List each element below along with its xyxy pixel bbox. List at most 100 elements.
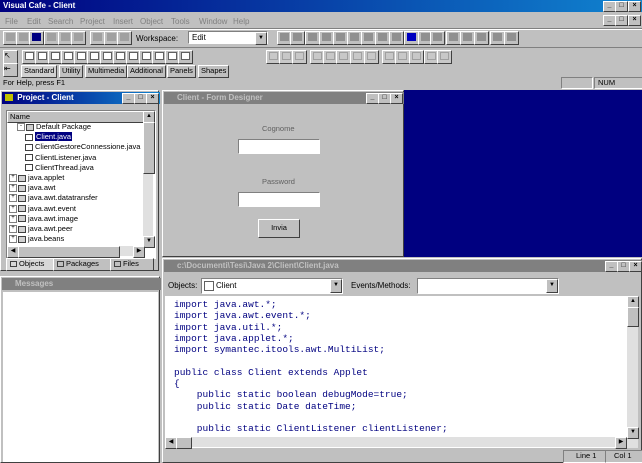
menu-object[interactable]: Object: [140, 17, 163, 26]
tree-hscrollbar[interactable]: ◀ ▶: [7, 246, 145, 258]
class-browser-icon[interactable]: [290, 31, 305, 45]
project-close-button[interactable]: ×: [146, 93, 159, 104]
watch-icon[interactable]: [389, 31, 404, 45]
editor-title-bar[interactable]: c:\Documenti\Tesi\Java 2\Client\Client.j…: [164, 260, 642, 272]
align-tool-11-icon[interactable]: [409, 50, 424, 64]
close-button[interactable]: ×: [628, 1, 641, 12]
align-tool-8-icon[interactable]: [364, 50, 379, 64]
project-window[interactable]: Project - Client _ □ × Name - Default Pac…: [0, 90, 160, 271]
scroll-down-icon[interactable]: ▼: [627, 427, 639, 439]
workspace-select[interactable]: Edit ▼: [188, 31, 268, 45]
invia-button[interactable]: Invia: [258, 219, 300, 238]
find-icon[interactable]: [90, 31, 105, 45]
tree-toggle-icon[interactable]: +: [9, 184, 17, 193]
tree-item[interactable]: + java.beans: [9, 234, 64, 244]
hscroll-thumb[interactable]: [18, 246, 120, 258]
project-tab-files[interactable]: Files: [110, 258, 154, 271]
project-tab-objects[interactable]: Objects: [6, 258, 54, 271]
help-context-icon[interactable]: [504, 31, 519, 45]
tree-item[interactable]: - Default Package: [17, 122, 91, 132]
run-icon[interactable]: [404, 31, 419, 45]
tree-item[interactable]: + java.awt: [9, 183, 56, 193]
pointer-icon[interactable]: ↖: [3, 50, 18, 64]
tb-glyph: [421, 33, 430, 41]
menu-search[interactable]: Search: [48, 17, 73, 26]
cognome-field[interactable]: [238, 139, 320, 154]
editor-close-button[interactable]: ×: [629, 261, 642, 272]
tree-toggle-icon[interactable]: +: [9, 214, 17, 223]
align-tool-13-icon[interactable]: [437, 50, 452, 64]
scroll-right-icon[interactable]: ▶: [615, 437, 627, 449]
package-icon: [18, 174, 26, 182]
chevron-down-icon[interactable]: ▼: [255, 32, 267, 45]
chevron-down-icon[interactable]: ▼: [330, 279, 342, 293]
paste-icon[interactable]: [71, 31, 86, 45]
palette-add-icon[interactable]: ⇤: [3, 63, 18, 77]
tree-item[interactable]: ClientListener.java: [25, 153, 96, 162]
chevron-down-icon[interactable]: ▼: [546, 279, 558, 293]
tree-toggle-icon[interactable]: +: [9, 204, 17, 213]
cut-icon[interactable]: [44, 31, 59, 45]
align-tool-3-icon[interactable]: [292, 50, 307, 64]
objects-icon[interactable]: [347, 31, 362, 45]
align-tool-6-icon[interactable]: [336, 50, 351, 64]
scroll-thumb[interactable]: [143, 122, 155, 174]
tree-toggle-icon[interactable]: +: [9, 174, 17, 183]
hierarchy-icon[interactable]: [305, 31, 320, 45]
tree-item[interactable]: + java.awt.peer: [9, 224, 73, 234]
form-designer-window[interactable]: Client - Form Designer _ □ × Cognome Pas…: [162, 90, 405, 257]
tree-item[interactable]: + java.awt.datatransfer: [9, 193, 98, 203]
messages-title-bar[interactable]: Messages: [2, 278, 161, 290]
menu-window[interactable]: Window: [199, 17, 227, 26]
tree-item[interactable]: + java.applet: [9, 173, 64, 183]
form-icon[interactable]: [333, 31, 348, 45]
debug-icon[interactable]: [490, 31, 505, 45]
form-canvas[interactable]: Cognome Password Invia: [164, 105, 402, 255]
tree-item[interactable]: + java.awt.event: [9, 204, 76, 213]
messages-window[interactable]: Messages: [0, 276, 161, 463]
step-over-icon[interactable]: [460, 31, 475, 45]
doc-maximize-button[interactable]: □: [615, 15, 628, 26]
app-title-bar[interactable]: Visual Cafe - Client: [0, 0, 642, 12]
step-into-icon[interactable]: [446, 31, 461, 45]
editor-vscrollbar[interactable]: ▲ ▼: [627, 296, 639, 448]
menu-edit[interactable]: Edit: [27, 17, 41, 26]
editor-hscroll-thumb[interactable]: [176, 437, 192, 449]
maximize-button[interactable]: □: [615, 1, 628, 12]
align-tool-7-icon[interactable]: [350, 50, 365, 64]
save-icon[interactable]: [29, 31, 44, 45]
project-tab-packages[interactable]: Packages: [53, 258, 111, 271]
properties-icon[interactable]: [117, 31, 132, 45]
palette-component-13-icon[interactable]: [178, 50, 193, 64]
editor-scroll-thumb[interactable]: [627, 307, 639, 327]
messages-icon[interactable]: [361, 31, 376, 45]
menu-help[interactable]: Help: [233, 17, 249, 26]
tree-item[interactable]: Client.java: [25, 132, 73, 142]
project-tree[interactable]: Name - Default Package Client.java ClientGe…: [6, 110, 156, 259]
breakpoints-icon[interactable]: [375, 31, 390, 45]
tree-item[interactable]: ClientThread.java: [25, 163, 94, 172]
menu-tools[interactable]: Tools: [171, 17, 190, 26]
project-icon[interactable]: [319, 31, 334, 45]
form-close-button[interactable]: ×: [390, 93, 403, 104]
objects-select[interactable]: Client ▼: [201, 278, 343, 294]
tree-toggle-icon[interactable]: +: [9, 235, 17, 244]
step-out-icon[interactable]: [474, 31, 489, 45]
menu-file[interactable]: File: [5, 17, 18, 26]
menu-insert[interactable]: Insert: [113, 17, 133, 26]
tree-toggle-icon[interactable]: +: [9, 225, 17, 234]
messages-pane[interactable]: [3, 292, 158, 462]
align-tool-10-icon[interactable]: [395, 50, 410, 64]
tree-toggle-icon[interactable]: +: [9, 194, 17, 203]
tree-item[interactable]: ClientGestoreConnessione.java: [25, 142, 140, 151]
tree-scrollbar[interactable]: ▲ ▼: [143, 111, 155, 248]
menu-project[interactable]: Project: [80, 17, 105, 26]
events-select[interactable]: ▼: [417, 278, 559, 294]
stop-icon[interactable]: [430, 31, 445, 45]
doc-close-button[interactable]: ×: [628, 15, 641, 26]
tree-toggle-icon[interactable]: -: [17, 123, 25, 132]
editor-hscrollbar[interactable]: ◀ ▶: [165, 437, 627, 449]
scroll-right-icon[interactable]: ▶: [133, 246, 145, 258]
password-field[interactable]: [238, 192, 320, 207]
tree-item[interactable]: + java.awt.image: [9, 214, 78, 223]
